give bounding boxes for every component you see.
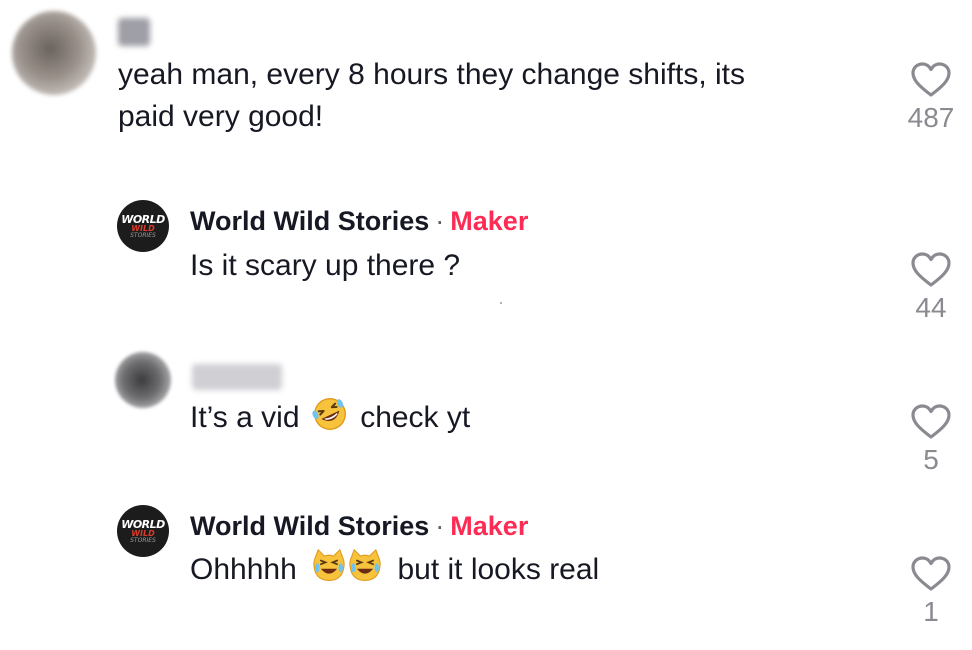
heart-icon [911, 62, 951, 97]
like-count: 487 [907, 102, 955, 133]
comment-text-after-emoji: check yt [360, 401, 471, 434]
author-name-blurred[interactable] [118, 18, 150, 46]
comment-text-line-1: yeah man, every 8 hours they change shif… [118, 58, 745, 91]
avatar[interactable]: WORLD WILD STORIES [117, 505, 169, 557]
like-button[interactable]: 487 [906, 62, 956, 134]
comment-text: Ohhhhh but it looks real [190, 548, 599, 591]
logo-text: WORLD [121, 517, 165, 531]
like-button[interactable]: 5 [906, 404, 956, 476]
logo-text: STORIES [130, 536, 156, 544]
avatar[interactable] [115, 352, 171, 408]
like-count: 1 [923, 596, 939, 627]
author-name[interactable]: World Wild Stories [190, 206, 429, 236]
dust-speck [500, 302, 502, 304]
comment-text-after-emoji: but it looks real [397, 553, 600, 586]
comment-text: It’s a vid check yt [190, 396, 470, 439]
heart-icon [911, 556, 951, 591]
separator: · [435, 511, 445, 541]
creator-badge: Maker [450, 511, 529, 541]
comment-text-before-emoji: It’s a vid [190, 401, 300, 434]
author-row: World Wild Stories · Maker [190, 206, 528, 237]
cat-with-tears-of-joy-emoji-icon [313, 548, 381, 581]
rolling-on-floor-laughing-emoji-icon [312, 398, 346, 430]
author-name[interactable]: World Wild Stories [190, 511, 429, 541]
avatar[interactable] [12, 11, 96, 95]
comment-text: Is it scary up there ? [190, 249, 461, 282]
like-count: 44 [915, 292, 947, 323]
heart-icon [911, 404, 951, 439]
creator-badge: Maker [450, 206, 529, 236]
like-button[interactable]: 1 [906, 556, 956, 628]
like-count: 5 [923, 444, 939, 475]
separator: · [435, 206, 445, 236]
like-button[interactable]: 44 [906, 252, 956, 324]
heart-icon [911, 252, 951, 287]
comment-text-line-2: paid very good! [118, 100, 324, 133]
author-name-blurred[interactable] [192, 364, 282, 390]
logo-text: STORIES [130, 231, 156, 239]
author-row: World Wild Stories · Maker [190, 511, 528, 542]
comment-text-before-emoji: Ohhhhh [190, 553, 297, 586]
logo-text: WORLD [121, 212, 165, 226]
avatar[interactable]: WORLD WILD STORIES [117, 200, 169, 252]
comment-text: yeah man, every 8 hours they change shif… [118, 54, 745, 138]
